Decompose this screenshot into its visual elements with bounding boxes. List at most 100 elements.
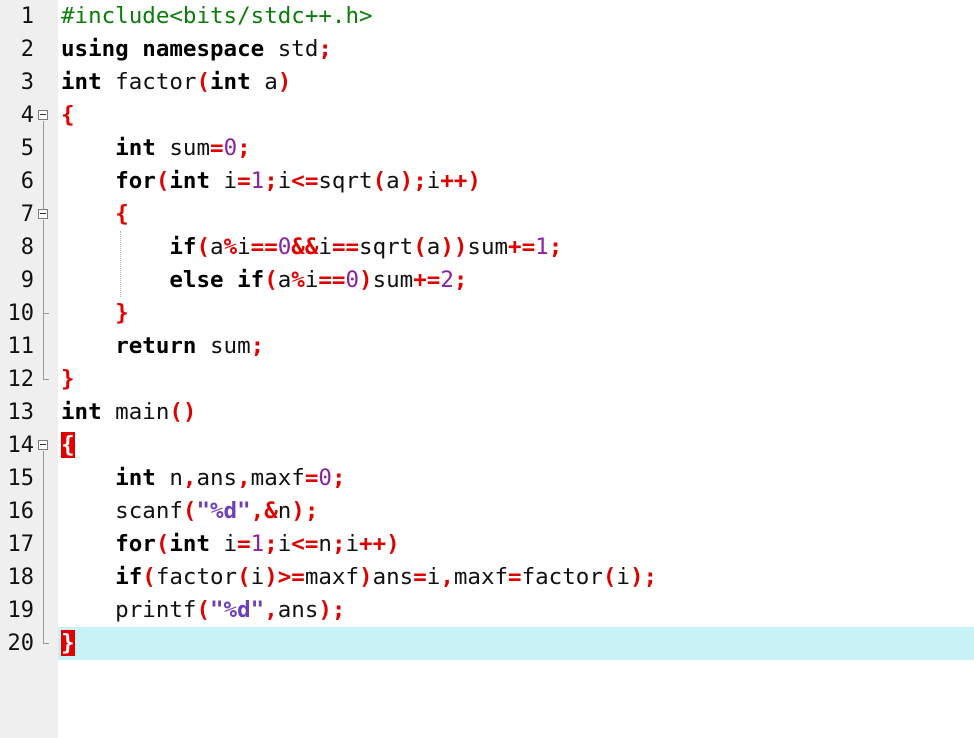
fold-gutter bbox=[37, 231, 51, 264]
code-text[interactable]: int sum=0; bbox=[61, 132, 251, 165]
code-line[interactable]: 7 { bbox=[0, 198, 974, 231]
code-text[interactable]: int main() bbox=[61, 396, 196, 429]
code-editor[interactable]: 1 #include<bits/stdc++.h> 2 using namesp… bbox=[0, 0, 974, 738]
token: n bbox=[318, 531, 332, 557]
code-line[interactable]: 12 } bbox=[0, 363, 974, 396]
line-number: 1 bbox=[20, 4, 34, 29]
token: i bbox=[250, 564, 265, 590]
code-text[interactable]: { bbox=[61, 99, 75, 132]
code-text[interactable]: return sum; bbox=[61, 330, 264, 363]
code-line[interactable]: 3 int factor(int a) bbox=[0, 66, 974, 99]
token: i bbox=[304, 267, 319, 293]
token: if bbox=[169, 234, 197, 260]
fold-line bbox=[43, 561, 44, 594]
token: if bbox=[115, 564, 143, 590]
token: += bbox=[413, 267, 441, 293]
token: sqrt bbox=[359, 234, 414, 260]
fold-gutter bbox=[37, 462, 51, 495]
token: i bbox=[210, 531, 238, 557]
fold-line bbox=[43, 198, 44, 209]
code-text[interactable]: printf("%d",ans); bbox=[61, 594, 345, 627]
token: && bbox=[291, 234, 319, 260]
fold-end-marker bbox=[43, 297, 49, 314]
token: ; bbox=[331, 465, 346, 491]
token: ; bbox=[237, 135, 251, 161]
token: == bbox=[318, 267, 346, 293]
token: scanf bbox=[61, 498, 183, 524]
code-line[interactable]: 6 for(int i=1;i<=sqrt(a);i++) bbox=[0, 165, 974, 198]
code-text[interactable]: int factor(int a) bbox=[61, 66, 291, 99]
code-text[interactable]: int n,ans,maxf=0; bbox=[61, 462, 345, 495]
code-text[interactable]: #include<bits/stdc++.h> bbox=[61, 0, 373, 33]
token: sum bbox=[372, 267, 414, 293]
code-text[interactable]: scanf("%d",&n); bbox=[61, 495, 318, 528]
code-line[interactable]: 8 if(a%i==0&&i==sqrt(a))sum+=1; bbox=[0, 231, 974, 264]
token: , bbox=[264, 597, 278, 623]
code-line[interactable]: 9 else if(a%i==0)sum+=2; bbox=[0, 264, 974, 297]
matched-brace: { bbox=[61, 432, 75, 458]
code-line-current[interactable]: 20 } bbox=[0, 627, 974, 660]
code-text[interactable]: } bbox=[61, 627, 75, 660]
line-number: 7 bbox=[20, 202, 34, 227]
fold-toggle[interactable] bbox=[37, 198, 51, 231]
matched-brace: } bbox=[61, 630, 75, 656]
fold-toggle[interactable] bbox=[37, 99, 51, 132]
collapse-icon[interactable] bbox=[38, 209, 48, 219]
token: % bbox=[291, 267, 305, 293]
code-line[interactable]: 17 for(int i=1;i<=n;i++) bbox=[0, 528, 974, 561]
token: { bbox=[61, 102, 75, 128]
token: <= bbox=[291, 531, 319, 557]
token: ); bbox=[399, 168, 427, 194]
code-line[interactable]: 10 } bbox=[0, 297, 974, 330]
token: maxf bbox=[250, 465, 305, 491]
code-text[interactable]: if(factor(i)>=maxf)ans=i,maxf=factor(i); bbox=[61, 561, 657, 594]
code-line[interactable]: 18 if(factor(i)>=maxf)ans=i,maxf=factor(… bbox=[0, 561, 974, 594]
fold-line bbox=[43, 121, 44, 132]
fold-toggle[interactable] bbox=[37, 429, 51, 462]
fold-gutter bbox=[37, 330, 51, 363]
code-line[interactable]: 2 using namespace std; bbox=[0, 33, 974, 66]
code-line[interactable]: 11 return sum; bbox=[0, 330, 974, 363]
code-line[interactable]: 16 scanf("%d",&n); bbox=[0, 495, 974, 528]
code-line[interactable]: 13 int main() bbox=[0, 396, 974, 429]
code-text[interactable]: for(int i=1;i<=n;i++) bbox=[61, 528, 399, 561]
code-line[interactable]: 1 #include<bits/stdc++.h> bbox=[0, 0, 974, 33]
token: , bbox=[250, 498, 265, 524]
fold-gutter bbox=[37, 528, 51, 561]
code-text[interactable]: using namespace std; bbox=[61, 33, 332, 66]
code-text[interactable]: } bbox=[61, 297, 129, 330]
collapse-icon[interactable] bbox=[38, 440, 48, 450]
fold-line bbox=[43, 330, 44, 363]
fold-gutter bbox=[37, 132, 51, 165]
collapse-icon[interactable] bbox=[38, 110, 48, 120]
code-text[interactable]: { bbox=[61, 198, 129, 231]
code-line[interactable]: 4 { bbox=[0, 99, 974, 132]
code-text[interactable]: if(a%i==0&&i==sqrt(a))sum+=1; bbox=[61, 231, 562, 264]
token: for bbox=[115, 531, 156, 557]
token: sum bbox=[196, 333, 251, 359]
token: 1 bbox=[250, 531, 265, 557]
line-number: 12 bbox=[7, 367, 35, 392]
token: , bbox=[237, 465, 251, 491]
code-text[interactable]: for(int i=1;i<=sqrt(a);i++) bbox=[61, 165, 481, 198]
token: int bbox=[169, 168, 211, 194]
token: maxf bbox=[453, 564, 509, 590]
token: i bbox=[345, 531, 360, 557]
code-line[interactable]: 15 int n,ans,maxf=0; bbox=[0, 462, 974, 495]
line-number: 2 bbox=[20, 37, 34, 62]
code-text[interactable]: else if(a%i==0)sum+=2; bbox=[61, 264, 467, 297]
token: ; bbox=[548, 234, 563, 260]
token: ( bbox=[413, 234, 427, 260]
code-line[interactable]: 5 int sum=0; bbox=[0, 132, 974, 165]
code-line[interactable]: 14 { bbox=[0, 429, 974, 462]
token: maxf bbox=[304, 564, 360, 590]
token: ) bbox=[359, 267, 373, 293]
code-text[interactable]: { bbox=[61, 429, 75, 462]
token: } bbox=[115, 300, 129, 326]
token: ans bbox=[372, 564, 414, 590]
line-number: 18 bbox=[7, 565, 35, 590]
code-line[interactable]: 19 printf("%d",ans); bbox=[0, 594, 974, 627]
code-text[interactable]: } bbox=[61, 363, 75, 396]
token: 2 bbox=[440, 267, 454, 293]
